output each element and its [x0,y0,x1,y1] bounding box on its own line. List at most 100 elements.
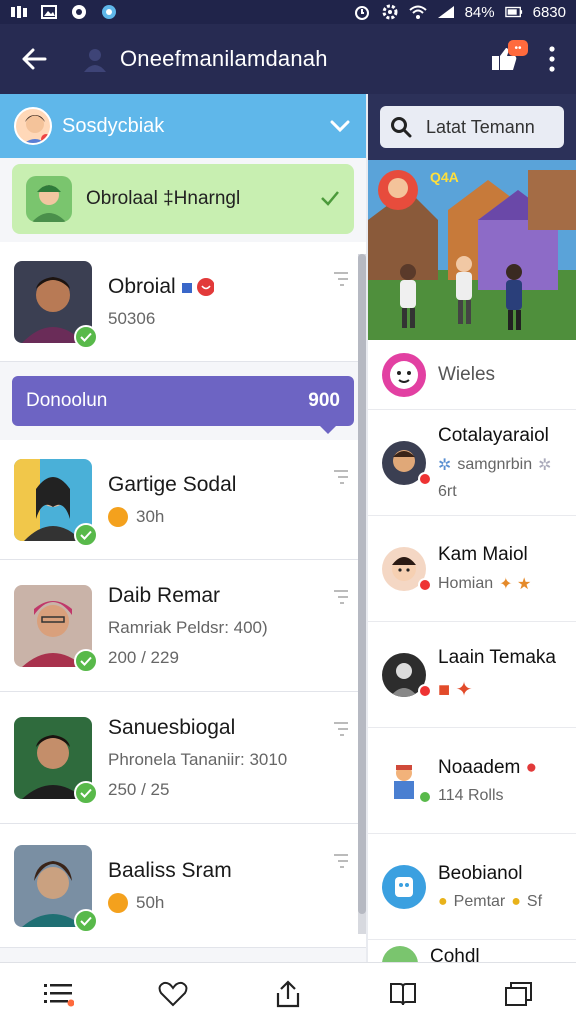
list-item[interactable]: Cohdl [368,940,576,962]
settings-icon [381,4,399,20]
feed-subtitle-row: ● Pemtar ● Sf [438,893,542,911]
search-input[interactable]: Latat Temann [380,106,564,148]
pinned-chat[interactable]: Obrolaal ‡Hnarngl [12,164,354,234]
status-dot [418,790,432,804]
hero-sign: Q4A [430,169,459,185]
search-bar: Latat Temann [368,94,576,160]
list-item[interactable]: Gartige Sodal 30h [0,440,366,560]
arrow-left-icon [22,48,47,70]
avatar [382,352,426,397]
online-check-icon [74,324,98,349]
list-item[interactable]: Beobianol ● Pemtar ● Sf [368,834,576,940]
search-placeholder: Latat Temann [426,116,535,137]
feed-name: Laain Temaka [438,647,556,668]
panel-header[interactable]: Sosdycbiak [0,94,366,158]
more-options-button[interactable] [544,44,560,74]
battery-percent: 84% [464,3,495,21]
notification-badge: •• [508,40,528,56]
book-icon [390,982,417,1005]
status-dot [418,472,432,486]
tab-favorites[interactable] [153,974,193,1014]
section-banner[interactable]: Donoolun 900 [12,376,354,434]
contact-subtitle: 50306 [108,308,156,328]
list-item[interactable]: Cotalayaraiol ✲ samgnrbin ✲ 6rt [368,410,576,516]
feed-name: Wieles [438,363,496,385]
wifi-icon [408,4,427,20]
app-bar: Oneefmanilamdanah •• [0,24,576,94]
tab-windows[interactable] [498,974,538,1014]
contact-detail: Phronela Tananiir: 3010 [108,749,288,769]
coin-icon: ● [438,892,448,910]
signal-icon [437,4,455,20]
list-item[interactable]: Sanuesbiogal Phronela Tananiir: 3010 250… [0,692,366,824]
drag-handle-icon[interactable] [334,272,348,288]
list-item[interactable]: Obroial 50306 [0,242,366,362]
feed-subtitle: samgnrbin [457,455,533,473]
share-icon [276,979,300,1007]
last-seen: 50h [136,892,165,912]
drag-handle-icon[interactable] [334,722,348,738]
notifications-button[interactable]: •• [490,40,528,74]
heart-icon [158,981,188,1006]
feed-panel: Latat Temann Q4A Wieles Cotalayaraiol ✲ … [368,94,576,962]
scrollbar-thumb[interactable] [358,254,366,914]
avatar [14,107,52,145]
search-icon [391,117,412,138]
contact-stats: 200 / 229 [108,647,179,667]
tab-library[interactable] [383,974,423,1014]
status-bar: 84% 6830 [0,0,576,24]
clock-icon [108,892,128,913]
avatar [382,864,426,909]
clock-icon [108,506,128,527]
tab-share[interactable] [268,974,308,1014]
chevron-down-icon [330,120,350,133]
contact-photo [14,716,98,805]
feed-name: Beobianol [438,862,523,884]
status-dot [418,578,432,592]
clock: 6830 [532,3,566,21]
sticker-icon: ✦ ★ [499,575,532,593]
browser-icon [70,4,88,20]
contact-name: Sanuesbiogal [108,715,236,739]
feed-name: Cotalayaraiol [438,424,549,446]
list-item[interactable]: Laain Temaka ■ ✦ [368,622,576,728]
sticker-icon: ■ ✦ [438,679,473,701]
feed-name: Cohdl [430,946,480,962]
contact-name: Daib Remar [108,583,221,607]
notification-icon [10,4,28,20]
contact-detail: Ramriak Peldsr: 400) [108,617,268,637]
more-vertical-icon [549,46,555,72]
list-item[interactable]: Wieles [368,340,576,410]
list-item[interactable]: Kam Maiol Homian ✦ ★ [368,516,576,622]
feed-subtitle: 114 Rolls [438,786,504,804]
feed-subtitle: Pemtar [453,892,506,910]
online-check-icon [74,780,98,805]
pinned-title: Obrolaal ‡Hnarngl [86,188,241,209]
online-check-icon [74,908,98,933]
drag-handle-icon[interactable] [334,590,348,606]
list-item[interactable]: Daib Remar Ramriak Peldsr: 400) 200 / 22… [0,560,366,692]
list-item[interactable]: Baaliss Sram 50h [0,824,366,948]
star-icon: ✲ [438,456,452,474]
app-icon [100,4,118,20]
tab-list[interactable] [38,974,78,1014]
emoji-icon: ● [525,756,538,778]
online-check-icon [74,522,98,547]
feed-subtitle-extra: Sf [526,892,543,910]
status-dot [418,684,432,698]
online-check-icon [74,648,98,673]
contact-name: Obroial [108,274,176,298]
scrollbar[interactable] [358,254,366,934]
contact-photo [14,260,98,349]
back-button[interactable] [16,41,52,77]
drag-handle-icon[interactable] [334,854,348,870]
feed-name: Noaadem [438,756,521,778]
list-item[interactable]: Noaadem ● 114 Rolls [368,728,576,834]
reaction-icons: ■ ✦ [438,677,556,702]
star-icon: ✲ [538,456,552,474]
last-seen: 30h [136,506,165,526]
alarm-icon [353,4,371,20]
drag-handle-icon[interactable] [334,470,348,486]
hero-banner[interactable]: Q4A [368,160,576,340]
conversation-panel: Sosdycbiak Obrolaal ‡Hnarngl Obroial 503… [0,94,366,962]
